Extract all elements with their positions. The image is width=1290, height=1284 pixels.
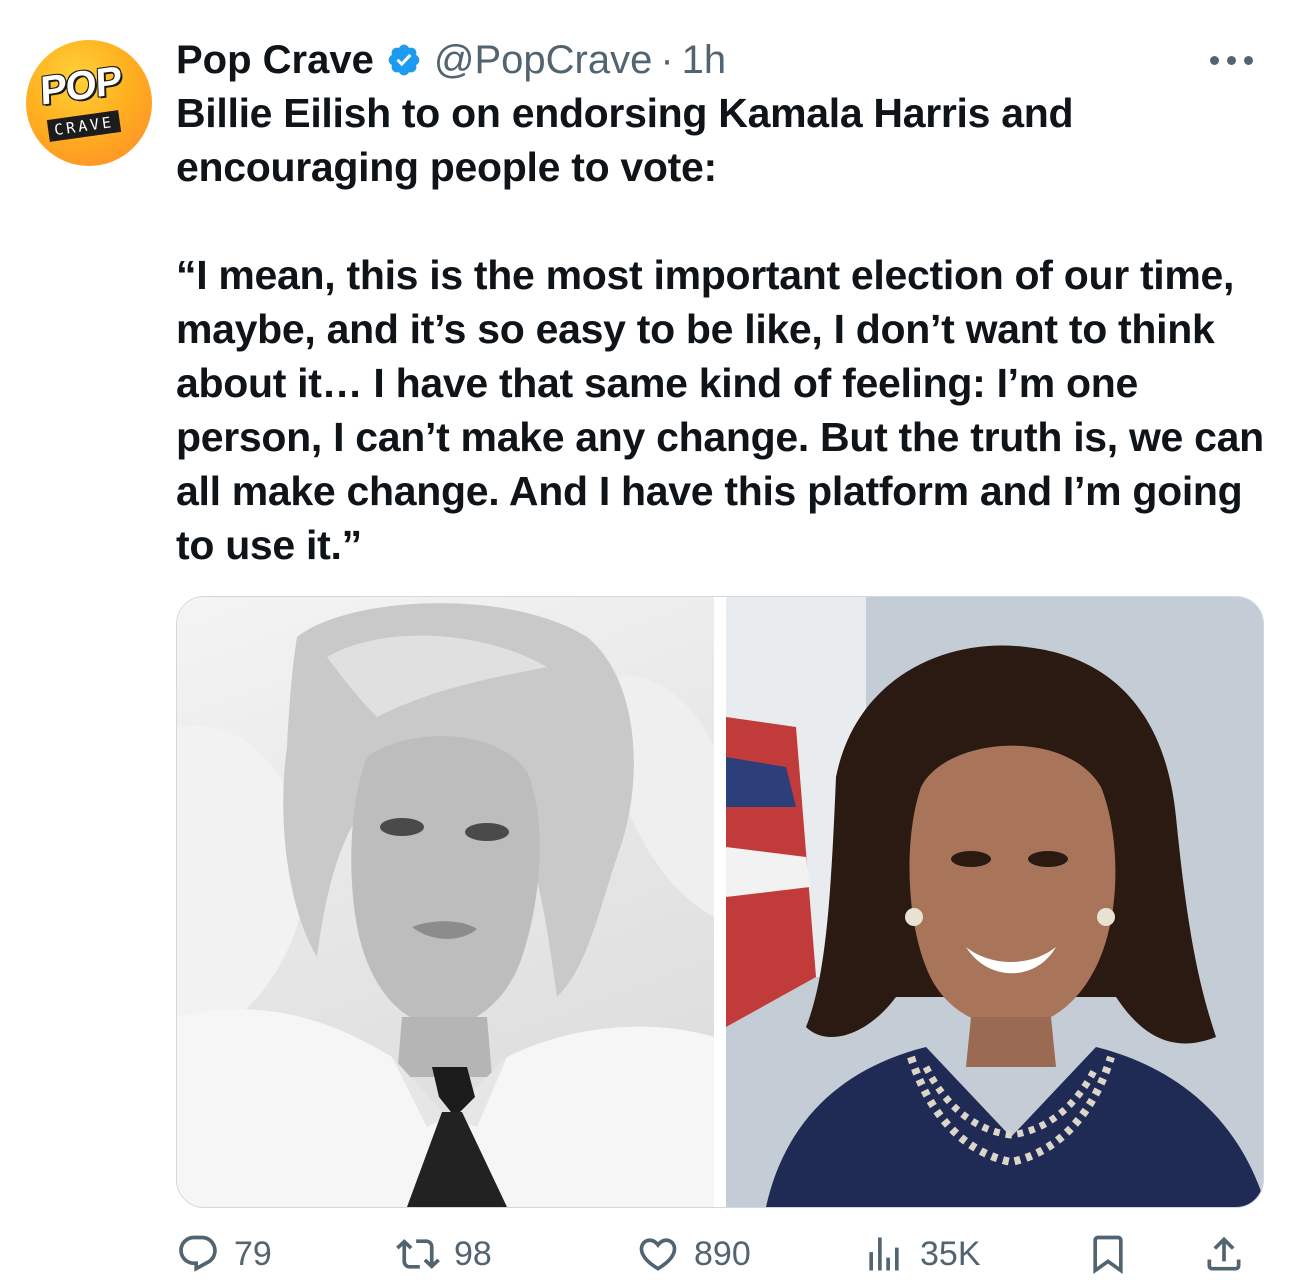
- action-bar: 79 98 890 35K: [176, 1226, 1266, 1282]
- repost-count: 98: [454, 1234, 492, 1273]
- tweet-text-paragraph: “I mean, this is the most important elec…: [176, 252, 1275, 568]
- bookmark-icon: [1086, 1232, 1130, 1276]
- verified-badge-icon: [386, 42, 422, 78]
- like-count: 890: [694, 1234, 751, 1273]
- separator-dot: ·: [660, 37, 674, 82]
- avatar-logo-text: POP: [39, 58, 122, 114]
- heart-icon: [636, 1232, 680, 1276]
- views-count: 35K: [920, 1234, 981, 1273]
- bookmark-button[interactable]: [1086, 1226, 1130, 1282]
- photo-left[interactable]: [177, 597, 714, 1207]
- tweet-header: Pop Crave @PopCrave · 1h: [176, 34, 726, 86]
- like-button[interactable]: 890: [636, 1226, 751, 1282]
- repost-button[interactable]: 98: [396, 1226, 492, 1282]
- display-name[interactable]: Pop Crave: [176, 38, 374, 83]
- tweet-text-paragraph: Billie Eilish to on endorsing Kamala Har…: [176, 90, 1085, 190]
- avatar[interactable]: POP CRAVE: [26, 40, 152, 166]
- tweet[interactable]: POP CRAVE Pop Crave @PopCrave · 1h Billi…: [0, 0, 1290, 1284]
- photo-right[interactable]: [726, 597, 1263, 1207]
- views-button[interactable]: 35K: [862, 1226, 981, 1282]
- media-grid: [176, 596, 1264, 1208]
- share-button[interactable]: [1202, 1226, 1246, 1282]
- handle[interactable]: @PopCrave: [434, 38, 652, 83]
- views-icon: [862, 1232, 906, 1276]
- reply-button[interactable]: 79: [176, 1226, 272, 1282]
- avatar-logo-subtext: CRAVE: [46, 110, 122, 142]
- tweet-text: Billie Eilish to on endorsing Kamala Har…: [176, 86, 1266, 572]
- more-icon[interactable]: [1196, 42, 1266, 78]
- share-icon: [1202, 1232, 1246, 1276]
- reply-icon: [176, 1232, 220, 1276]
- timestamp[interactable]: 1h: [682, 38, 727, 83]
- reply-count: 79: [234, 1234, 272, 1273]
- retweet-icon: [396, 1232, 440, 1276]
